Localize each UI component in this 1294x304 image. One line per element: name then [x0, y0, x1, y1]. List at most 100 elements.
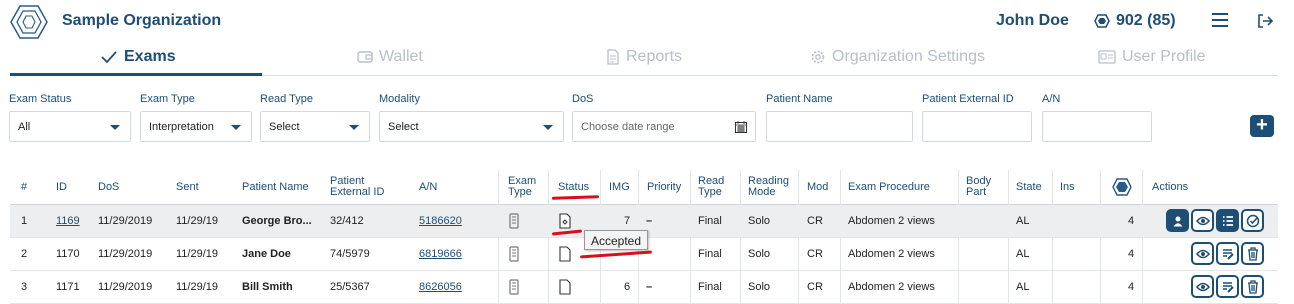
row-an-link[interactable]: 5186620 [419, 215, 462, 227]
col-header-img[interactable]: IMG [609, 182, 630, 193]
row-mod: CR [807, 215, 823, 227]
tab-user-profile[interactable]: User Profile [1098, 48, 1206, 66]
row-mod: CR [807, 248, 823, 260]
active-tab-indicator [10, 73, 262, 76]
an-input[interactable] [1042, 111, 1152, 142]
row-read-type: Final [698, 215, 722, 227]
doc-icon[interactable] [559, 246, 571, 262]
credits-value: 902 (85) [1116, 12, 1176, 29]
row-credits: 4 [1128, 248, 1135, 260]
delete-button[interactable] [1241, 275, 1264, 298]
patient-external-id-input[interactable] [922, 111, 1032, 142]
row-state: AL [1016, 215, 1030, 227]
col-header-num: # [21, 181, 28, 193]
approve-button[interactable] [1241, 209, 1264, 232]
col-header-mod[interactable]: Mod [807, 182, 828, 193]
credits-icon [1094, 14, 1110, 28]
row-exam-procedure: Abdomen 2 views [848, 281, 935, 293]
an-label: A/N [1042, 93, 1061, 105]
row-actions [1191, 242, 1264, 265]
col-header-reading-mode-line2: Mode [748, 186, 776, 198]
row-credits: 4 [1128, 215, 1135, 227]
doc-icon[interactable] [559, 279, 571, 295]
eye-icon [1195, 282, 1210, 291]
col-header-body-part[interactable]: Body Part [966, 176, 991, 198]
row-patient-name: Jane Doe [242, 248, 291, 260]
row-an-link[interactable]: 8626056 [419, 281, 462, 293]
hamburger-menu-icon[interactable] [1212, 13, 1228, 27]
list-icon [1222, 215, 1233, 226]
assign-user-button[interactable] [1166, 209, 1189, 232]
modality-select[interactable]: Select [379, 111, 564, 142]
col-header-exam-procedure[interactable]: Exam Procedure [848, 182, 930, 193]
tab-organization-settings[interactable]: Organization Settings [810, 48, 985, 66]
view-button[interactable] [1191, 209, 1214, 232]
row-read-type: Final [698, 248, 722, 260]
tab-exams[interactable]: Exams [100, 48, 176, 66]
row-patient-external-id: 74/5979 [330, 248, 370, 260]
col-header-read-type[interactable]: Read Type [698, 176, 724, 198]
row-credits: 4 [1128, 281, 1135, 293]
tab-exams-label: Exams [124, 48, 176, 65]
col-header-exam-type[interactable]: Exam Type [508, 176, 536, 198]
chevron-down-icon [543, 125, 553, 130]
details-list-button[interactable] [1216, 209, 1239, 232]
delete-button[interactable] [1241, 242, 1264, 265]
col-header-reading-mode[interactable]: Reading Mode [748, 176, 789, 198]
organization-name: Sample Organization [62, 12, 222, 29]
eye-icon [1195, 216, 1210, 225]
chevron-down-icon [231, 125, 241, 130]
col-header-an[interactable]: A/N [419, 182, 437, 193]
read-type-select[interactable]: Select [260, 111, 370, 142]
edit-report-icon [1222, 281, 1234, 293]
row-id-link[interactable]: 1169 [56, 215, 80, 227]
edit-report-button[interactable] [1216, 275, 1239, 298]
edit-report-icon [1222, 248, 1234, 260]
tab-user-profile-label: User Profile [1122, 48, 1206, 65]
row-sent: 11/29/19 [176, 215, 219, 227]
exam-type-icon [509, 279, 519, 295]
row-id: 1171 [56, 281, 80, 293]
credits-column-icon [1112, 178, 1132, 196]
tab-wallet[interactable]: Wallet [357, 48, 423, 66]
exam-status-label: Exam Status [9, 93, 72, 105]
patient-name-input[interactable] [766, 111, 913, 142]
edit-report-button[interactable] [1216, 242, 1239, 265]
col-header-priority[interactable]: Priority [647, 182, 681, 193]
row-actions [1166, 209, 1264, 232]
row-an-link[interactable]: 6819666 [419, 248, 462, 260]
view-button[interactable] [1191, 275, 1214, 298]
col-header-patient-name[interactable]: Patient Name [242, 182, 309, 193]
row-patient-name: Bill Smith [242, 281, 293, 293]
exam-type-select[interactable]: Interpretation [140, 111, 252, 142]
add-exam-button[interactable]: + [1250, 115, 1274, 137]
col-header-ins[interactable]: Ins [1060, 182, 1075, 193]
col-header-id[interactable]: ID [56, 182, 67, 193]
logout-icon[interactable] [1256, 12, 1274, 30]
tab-reports[interactable]: Reports [606, 48, 682, 66]
row-img: 6 [624, 281, 631, 293]
col-header-state[interactable]: State [1016, 182, 1042, 193]
col-header-patient-external-id[interactable]: Patient External ID [330, 176, 384, 198]
gear-icon [811, 50, 825, 64]
col-header-dos[interactable]: DoS [98, 182, 119, 193]
tab-wallet-label: Wallet [379, 48, 423, 65]
trash-icon [1247, 279, 1258, 294]
col-header-sent[interactable]: Sent [176, 182, 199, 193]
view-button[interactable] [1191, 242, 1214, 265]
exam-status-select[interactable]: All [9, 111, 131, 142]
row-dos: 11/29/2019 [98, 248, 153, 260]
id-card-icon [1098, 50, 1116, 64]
chevron-down-icon [110, 125, 120, 130]
dos-date-range-input[interactable]: Choose date range [572, 111, 756, 142]
row-sent: 11/29/19 [176, 281, 219, 293]
row-mod: CR [807, 281, 823, 293]
checkmark-icon [101, 51, 117, 64]
trash-icon [1247, 246, 1258, 261]
table-row[interactable]: 3 1171 11/29/2019 11/29/19 Bill Smith 25… [10, 271, 1278, 304]
row-exam-procedure: Abdomen 2 views [848, 248, 935, 260]
accepted-doc-icon[interactable] [559, 213, 571, 229]
col-header-status[interactable]: Status [558, 182, 589, 193]
row-reading-mode: Solo [748, 215, 771, 227]
row-img: 7 [624, 215, 631, 227]
